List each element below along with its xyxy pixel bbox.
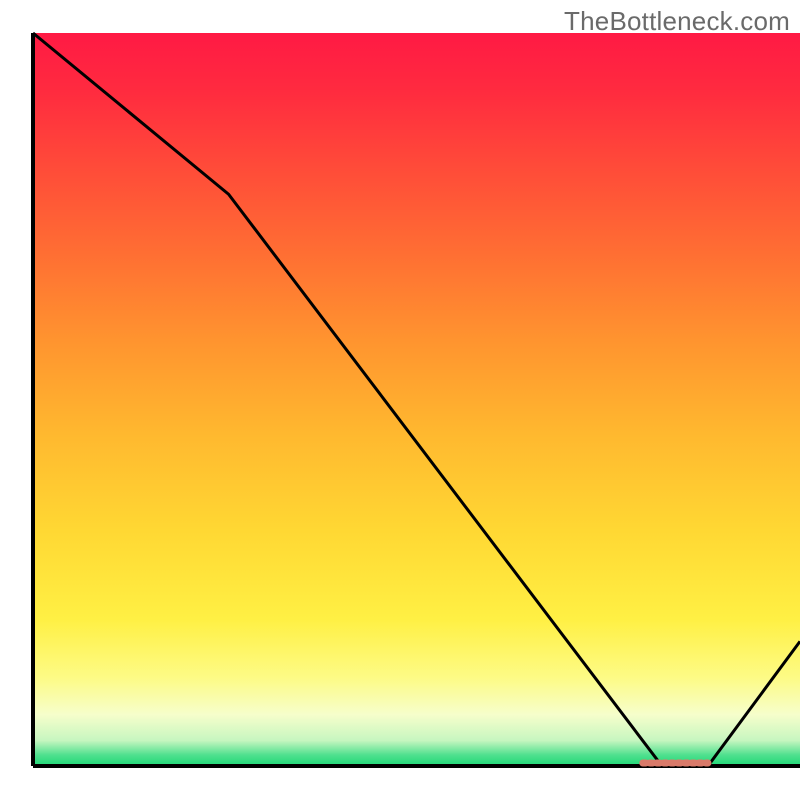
bottleneck-chart [0,0,800,800]
watermark-label: TheBottleneck.com [564,6,790,37]
chart-background-gradient [33,33,800,766]
chart-container: TheBottleneck.com [0,0,800,800]
